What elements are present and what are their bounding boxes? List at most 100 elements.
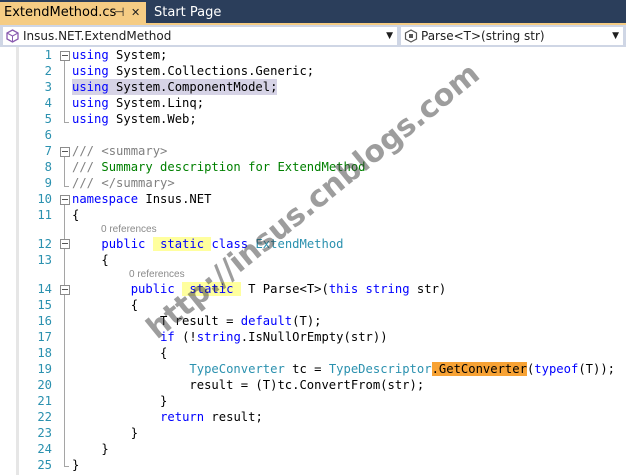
line-number: 5 [44,112,52,126]
tab-extendmethod-cs[interactable]: ExtendMethod.cs ⊣ ✕ [0,2,146,23]
code-token: { [72,298,139,312]
code-token: { [72,253,109,267]
code-line[interactable]: 1 using System; [0,47,626,63]
line-number: 6 [44,128,52,142]
code-token: using [72,96,109,110]
code-token: System.Web; [108,112,197,126]
chevron-down-icon: ▼ [612,31,619,41]
code-line[interactable]: 13 { [0,252,626,268]
code-line[interactable]: 20 result = (T)tc.ConvertFrom(str); [0,377,626,393]
code-line[interactable]: 8 /// Summary description for ExtendMetho… [0,159,626,175]
document-tab-strip: ExtendMethod.cs ⊣ ✕ Start Page [0,0,626,25]
code-line[interactable]: 22 return result; [0,409,626,425]
code-token: T result = [72,314,241,328]
code-token: /// [72,160,95,174]
line-number: 17 [37,330,52,344]
code-line[interactable]: 24 } [0,441,626,457]
code-line[interactable]: 25} [0,457,626,473]
line-number: 3 [44,80,52,94]
code-line[interactable]: 23 } [0,425,626,441]
code-token: this [328,282,359,296]
code-token: { [72,346,168,360]
code-token: TypeDescriptor [328,362,432,376]
pin-icon[interactable]: ⊣ [114,2,124,23]
code-token: .IsNullOrEmpty(str)) [240,330,388,344]
code-line[interactable]: 4 using System.Linq; [0,95,626,111]
code-line[interactable]: 3 using System.ComponentModel; [0,79,626,95]
code-line[interactable]: 5 using System.Web; [0,111,626,127]
type-dropdown[interactable]: Insus.NET.ExtendMethod ▼ [2,26,398,46]
code-text: return result; [72,409,263,425]
code-token: TypeConverter [189,362,285,376]
code-text: using System.ComponentModel; [72,79,278,95]
code-token: using [72,80,109,94]
code-text: if (!string.IsNullOrEmpty(str)) [72,329,388,345]
code-text: } [72,425,138,441]
code-line[interactable]: 6 [0,127,626,143]
line-number: 1 [44,48,52,62]
code-line[interactable]: 18 { [0,345,626,361]
code-token: Insus.NET [138,192,212,206]
close-icon[interactable]: ✕ [131,2,140,23]
code-token: { [72,208,80,222]
code-line[interactable]: 16 T result = default(T); [0,313,626,329]
code-token: Summary description for ExtendMethod [94,160,366,174]
code-text: using System; [72,47,167,63]
code-line[interactable]: 2 using System.Collections.Generic; [0,63,626,79]
code-token: T Parse<T>( [240,282,329,296]
code-text: } [72,393,167,409]
code-line[interactable]: 14 public static T Parse<T>(this string … [0,281,626,297]
code-token: } [72,426,139,440]
code-token: } [72,394,168,408]
code-text: { [72,252,109,268]
code-line[interactable]: 9 /// </summary> [0,175,626,191]
member-dropdown[interactable]: Parse<T>(string str) ▼ [400,26,624,46]
code-line[interactable]: 11 { [0,207,626,223]
code-text: TypeConverter tc = TypeDescriptor.GetCon… [72,361,615,377]
navigation-bar: Insus.NET.ExtendMethod ▼ Parse<T>(string… [0,25,626,48]
line-number: 7 [44,144,52,158]
code-line[interactable]: 7 /// <summary> [0,143,626,159]
tab-label: ExtendMethod.cs [4,5,117,20]
code-token: <summary> [101,144,168,158]
code-token: result; [204,410,263,424]
code-line[interactable]: 19 TypeConverter tc = TypeDescriptor.Get… [0,361,626,377]
codelens-references[interactable]: 0 references [129,269,185,281]
code-text: using System.Web; [72,111,197,127]
code-token: static [182,282,241,296]
code-line[interactable]: 21 } [0,393,626,409]
code-line[interactable]: 12 public static class ExtendMethod [0,236,626,252]
code-editor[interactable]: 0 references 0 references 1 using System;… [0,47,626,475]
code-text: result = (T)tc.ConvertFrom(str); [72,377,424,393]
tab-label: Start Page [154,5,222,20]
code-token: } [72,442,109,456]
code-token: System.Linq; [108,96,205,110]
code-line[interactable]: 15 { [0,297,626,313]
code-token: class [211,237,249,251]
code-text: T result = default(T); [72,313,322,329]
code-token: (T)); [578,362,616,376]
code-token: </summary> [101,176,175,190]
code-token: return [160,410,205,424]
code-text: } [72,441,109,457]
codelens-references[interactable]: 0 references [101,224,157,236]
code-line[interactable]: 10 namespace Insus.NET [0,191,626,207]
code-token: (T); [292,314,322,328]
code-text: public static class ExtendMethod [72,236,344,252]
line-number: 18 [37,346,52,360]
line-number: 16 [37,314,52,328]
code-text: } [72,457,79,473]
code-token: if [160,330,175,344]
code-text: namespace Insus.NET [72,191,211,207]
code-token: (! [174,330,197,344]
line-number: 25 [37,458,52,472]
line-number: 15 [37,298,52,312]
tab-start-page[interactable]: Start Page [151,2,261,23]
code-line[interactable]: 17 if (!string.IsNullOrEmpty(str)) [0,329,626,345]
code-token: using [72,48,109,62]
